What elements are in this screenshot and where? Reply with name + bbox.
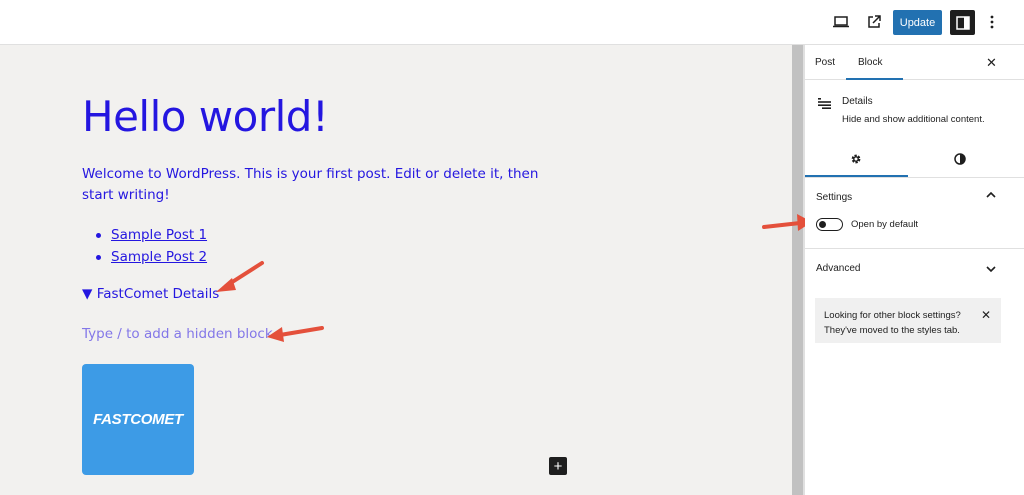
notice-close-icon[interactable]: ✕ xyxy=(981,308,991,322)
details-summary-text[interactable]: FastComet Details xyxy=(97,286,220,302)
chevron-up-icon[interactable] xyxy=(986,189,996,201)
settings-sidebar: Post Block ✕ Details Hide and show addit… xyxy=(805,45,1024,495)
block-inserter-button[interactable]: + xyxy=(549,457,567,475)
preview-desktop-icon[interactable] xyxy=(831,12,851,32)
post-list[interactable]: Sample Post 1 Sample Post 2 xyxy=(96,224,207,268)
advanced-panel: Advanced xyxy=(805,249,1024,289)
open-by-default-toggle[interactable] xyxy=(816,218,843,231)
styles-contrast-icon[interactable] xyxy=(953,152,967,166)
active-subtab-indicator xyxy=(805,175,908,177)
canvas-scrollbar[interactable] xyxy=(792,45,803,495)
options-menu-icon[interactable] xyxy=(982,12,1002,32)
view-post-external-icon[interactable] xyxy=(864,12,884,32)
hidden-block-placeholder[interactable]: Type / to add a hidden block xyxy=(82,326,273,342)
list-item[interactable]: Sample Post 2 xyxy=(96,246,207,268)
list-item[interactable]: Sample Post 1 xyxy=(96,224,207,246)
sample-post-2-link[interactable]: Sample Post 2 xyxy=(111,249,207,265)
post-paragraph[interactable]: Welcome to WordPress. This is your first… xyxy=(82,164,552,206)
sample-post-1-link[interactable]: Sample Post 1 xyxy=(111,227,207,243)
settings-gear-icon[interactable] xyxy=(849,152,863,166)
toggle-knob xyxy=(819,220,826,228)
fastcomet-logo-text: FASTCOMET xyxy=(93,411,183,428)
details-block-icon xyxy=(818,96,831,114)
tab-block[interactable]: Block xyxy=(858,57,882,68)
close-sidebar-icon[interactable]: ✕ xyxy=(986,55,997,71)
settings-panel-title[interactable]: Settings xyxy=(816,192,852,203)
open-by-default-label: Open by default xyxy=(851,219,919,230)
annotation-arrow-icon xyxy=(216,261,264,292)
block-settings-notice: Looking for other block settings? They'v… xyxy=(815,298,1001,343)
tab-post[interactable]: Post xyxy=(815,57,835,68)
notice-line-1: Looking for other block settings? xyxy=(824,310,961,321)
block-description: Hide and show additional content. xyxy=(842,114,985,125)
advanced-panel-title[interactable]: Advanced xyxy=(816,263,860,274)
details-disclosure-icon[interactable]: ▼ xyxy=(82,286,92,302)
notice-text: Looking for other block settings? They'v… xyxy=(824,308,961,338)
block-title: Details xyxy=(842,96,873,107)
update-button[interactable]: Update xyxy=(893,10,942,35)
editor-top-toolbar: Update xyxy=(0,0,1024,45)
block-inspector-tabs xyxy=(805,142,1024,178)
fastcomet-logo-image[interactable]: FASTCOMET xyxy=(82,364,194,475)
post-title[interactable]: Hello world! xyxy=(82,92,329,141)
sidebar-tabs: Post Block ✕ xyxy=(805,45,1024,80)
notice-line-2: They've moved to the styles tab. xyxy=(824,325,960,336)
annotation-arrow-icon xyxy=(267,326,324,342)
settings-sidebar-toggle-icon[interactable] xyxy=(950,10,975,35)
settings-panel: Settings Open by default xyxy=(805,178,1024,249)
details-block-summary[interactable]: ▼ FastComet Details xyxy=(82,286,219,302)
chevron-down-icon[interactable] xyxy=(986,264,996,276)
